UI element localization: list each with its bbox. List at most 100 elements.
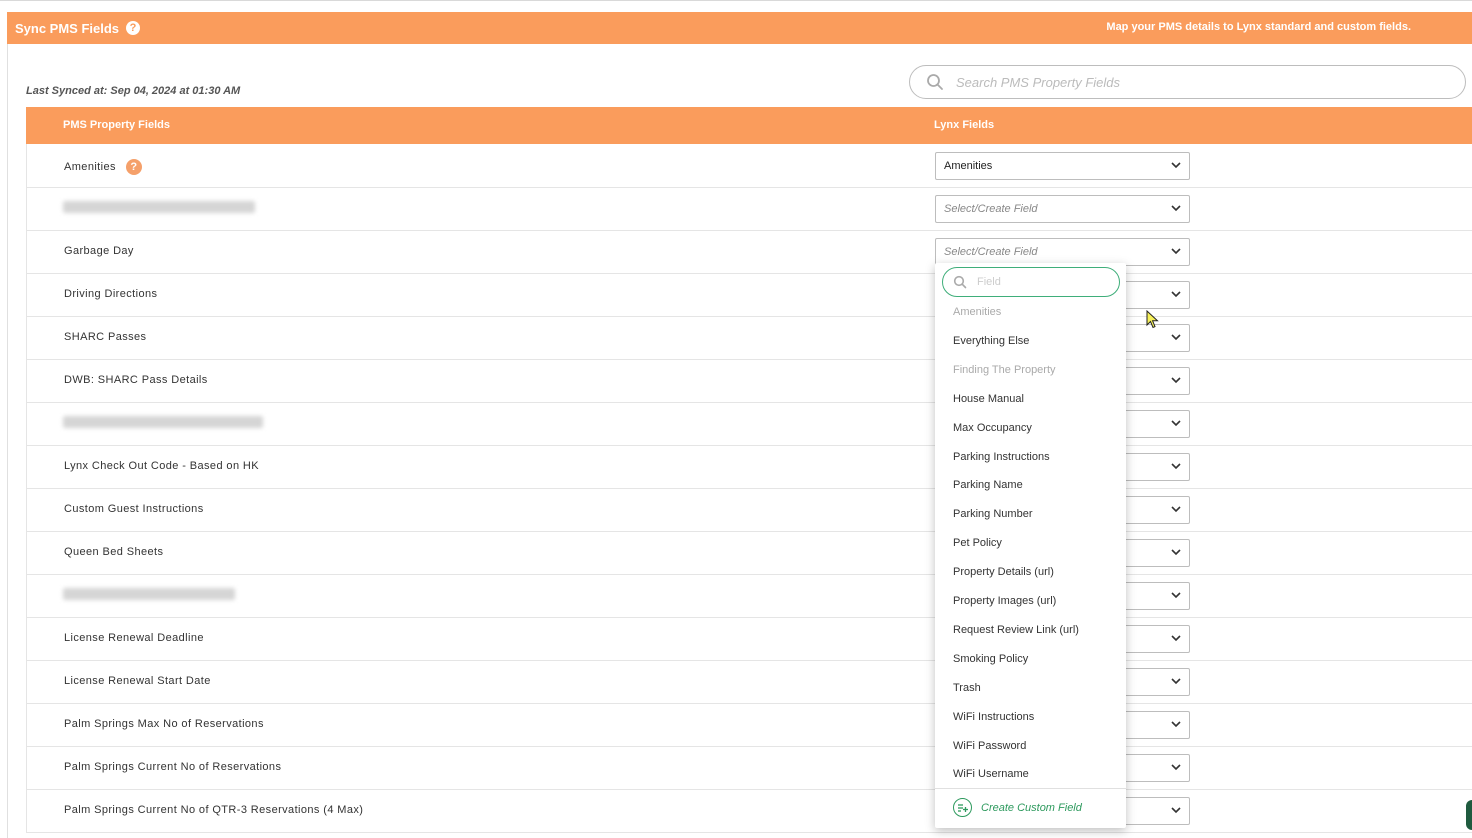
search-input[interactable] [954, 73, 1438, 91]
help-icon[interactable]: ? [125, 159, 142, 175]
mouse-cursor-icon [1146, 310, 1159, 329]
table-row: Garbage Day Select/Create Field [26, 230, 1472, 274]
table-row [26, 402, 1472, 446]
lynx-field-select[interactable]: Amenities [935, 152, 1190, 180]
table-row: DWB: SHARC Pass Details [26, 359, 1472, 403]
dropdown-option[interactable]: Property Images (url) [953, 595, 1056, 607]
table-row: Palm Springs Current No of QTR-3 Reserva… [26, 789, 1472, 833]
lynx-field-select[interactable]: Select/Create Field [935, 195, 1190, 223]
chevron-down-icon [1171, 248, 1181, 255]
pms-field-name: Driving Directions [64, 288, 158, 300]
pms-field-name: SHARC Passes [64, 331, 147, 343]
pms-field-label: Amenities? [64, 159, 142, 175]
table-row: License Renewal Deadline [26, 617, 1472, 661]
chevron-down-icon [1171, 721, 1181, 728]
dropdown-option[interactable]: Parking Instructions [953, 451, 1050, 463]
dropdown-option[interactable]: Property Details (url) [953, 566, 1054, 578]
dropdown-option[interactable]: WiFi Instructions [953, 711, 1034, 723]
table-row: Amenities? Amenities [26, 144, 1472, 188]
dropdown-option[interactable]: House Manual [953, 393, 1024, 405]
dropdown-option: Amenities [953, 306, 1002, 318]
pms-field-name: Palm Springs Max No of Reservations [64, 718, 264, 730]
chevron-down-icon [1171, 807, 1181, 814]
table-row: Driving Directions [26, 273, 1472, 317]
table-header: PMS Property Fields Lynx Fields [26, 107, 1472, 144]
pms-field-label: Palm Springs Current No of Reservations [64, 761, 281, 773]
select-value: Select/Create Field [944, 203, 1038, 215]
chevron-down-icon [1171, 205, 1181, 212]
table-row: SHARC Passes [26, 316, 1472, 360]
pms-field-name: Palm Springs Current No of Reservations [64, 761, 282, 773]
chevron-down-icon [1171, 420, 1181, 427]
chevron-down-icon [1171, 635, 1181, 642]
pms-field-label: Queen Bed Sheets [64, 546, 163, 558]
redacted-field-label [63, 201, 255, 213]
dropdown-option[interactable]: Pet Policy [953, 537, 1002, 549]
top-divider [0, 0, 1472, 1]
search-bar[interactable] [909, 65, 1466, 99]
create-custom-field-button[interactable]: Create Custom Field [953, 798, 1082, 817]
create-custom-field-label: Create Custom Field [981, 801, 1082, 814]
dropdown-option[interactable]: Everything Else [953, 335, 1029, 347]
dropdown-option[interactable]: WiFi Password [953, 740, 1026, 752]
dropdown-option[interactable]: Request Review Link (url) [953, 624, 1079, 636]
select-value: Amenities [944, 160, 993, 172]
dropdown-option[interactable]: Parking Name [953, 479, 1023, 491]
table-row [26, 574, 1472, 618]
dropdown-search[interactable] [942, 267, 1120, 297]
table-row: Palm Springs Max No of Reservations [26, 703, 1472, 747]
pms-field-label: Lynx Check Out Code - Based on HK [64, 460, 259, 472]
dropdown-search-input[interactable] [975, 275, 1109, 289]
pms-field-label: Custom Guest Instructions [64, 503, 204, 515]
chevron-down-icon [1171, 506, 1181, 513]
pms-field-label: License Renewal Deadline [64, 632, 204, 644]
pms-field-name: Queen Bed Sheets [64, 546, 164, 558]
pms-field-label: SHARC Passes [64, 331, 146, 343]
pms-field-label: Palm Springs Current No of QTR-3 Reserva… [64, 804, 363, 816]
search-icon [953, 275, 967, 289]
pms-field-label: DWB: SHARC Pass Details [64, 374, 208, 386]
pms-field-name: Lynx Check Out Code - Based on HK [64, 460, 259, 472]
chevron-down-icon [1171, 291, 1181, 298]
chat-widget-button[interactable] [1466, 800, 1472, 830]
column-header-lynx: Lynx Fields [934, 119, 995, 131]
table-row: Palm Springs Current No of Reservations [26, 746, 1472, 790]
dropdown-option[interactable]: Smoking Policy [953, 653, 1028, 665]
dropdown-option: Finding The Property [953, 363, 1056, 376]
pms-field-label: Driving Directions [64, 288, 157, 300]
table-row: Lynx Check Out Code - Based on HK [26, 445, 1472, 489]
chevron-down-icon [1171, 549, 1181, 556]
field-dropdown-menu: Amenities Everything Else Finding The Prop… [935, 263, 1126, 828]
search-icon [927, 74, 943, 90]
dropdown-option[interactable]: WiFi Username [953, 768, 1029, 780]
dropdown-footer: Create Custom Field [935, 788, 1126, 829]
help-icon[interactable]: ? [126, 21, 141, 35]
chevron-down-icon [1171, 334, 1181, 341]
pms-field-label: License Renewal Start Date [64, 675, 211, 687]
select-value: Select/Create Field [944, 246, 1038, 258]
dropdown-option[interactable]: Parking Number [953, 508, 1032, 520]
table-row: Queen Bed Sheets [26, 531, 1472, 575]
add-field-icon [953, 798, 972, 817]
chevron-down-icon [1171, 592, 1181, 599]
section-header: Sync PMS Fields ? Map your PMS details t… [7, 12, 1472, 44]
header-subtitle: Map your PMS details to Lynx standard an… [1106, 21, 1411, 33]
chevron-down-icon [1171, 377, 1181, 384]
pms-field-label: Palm Springs Max No of Reservations [64, 718, 264, 730]
chevron-down-icon [1171, 463, 1181, 470]
pms-field-name: License Renewal Deadline [64, 632, 204, 644]
pms-field-name: Garbage Day [64, 245, 134, 257]
chevron-down-icon [1171, 678, 1181, 685]
dropdown-option[interactable]: Trash [953, 682, 981, 694]
chevron-down-icon [1171, 162, 1181, 169]
pms-field-name: Amenities [64, 161, 116, 173]
dropdown-option[interactable]: Max Occupancy [953, 422, 1032, 434]
table-row: Custom Guest Instructions [26, 488, 1472, 532]
last-synced-text: Last Synced at: Sep 04, 2024 at 01:30 AM [26, 85, 241, 97]
column-header-pms: PMS Property Fields [63, 119, 170, 131]
page-title: Sync PMS Fields [15, 20, 120, 36]
redacted-field-label [63, 588, 235, 600]
table-row: Select/Create Field [26, 187, 1472, 231]
lynx-field-select[interactable]: Select/Create Field [935, 238, 1190, 266]
pms-field-name: Palm Springs Current No of QTR-3 Reserva… [64, 804, 364, 816]
